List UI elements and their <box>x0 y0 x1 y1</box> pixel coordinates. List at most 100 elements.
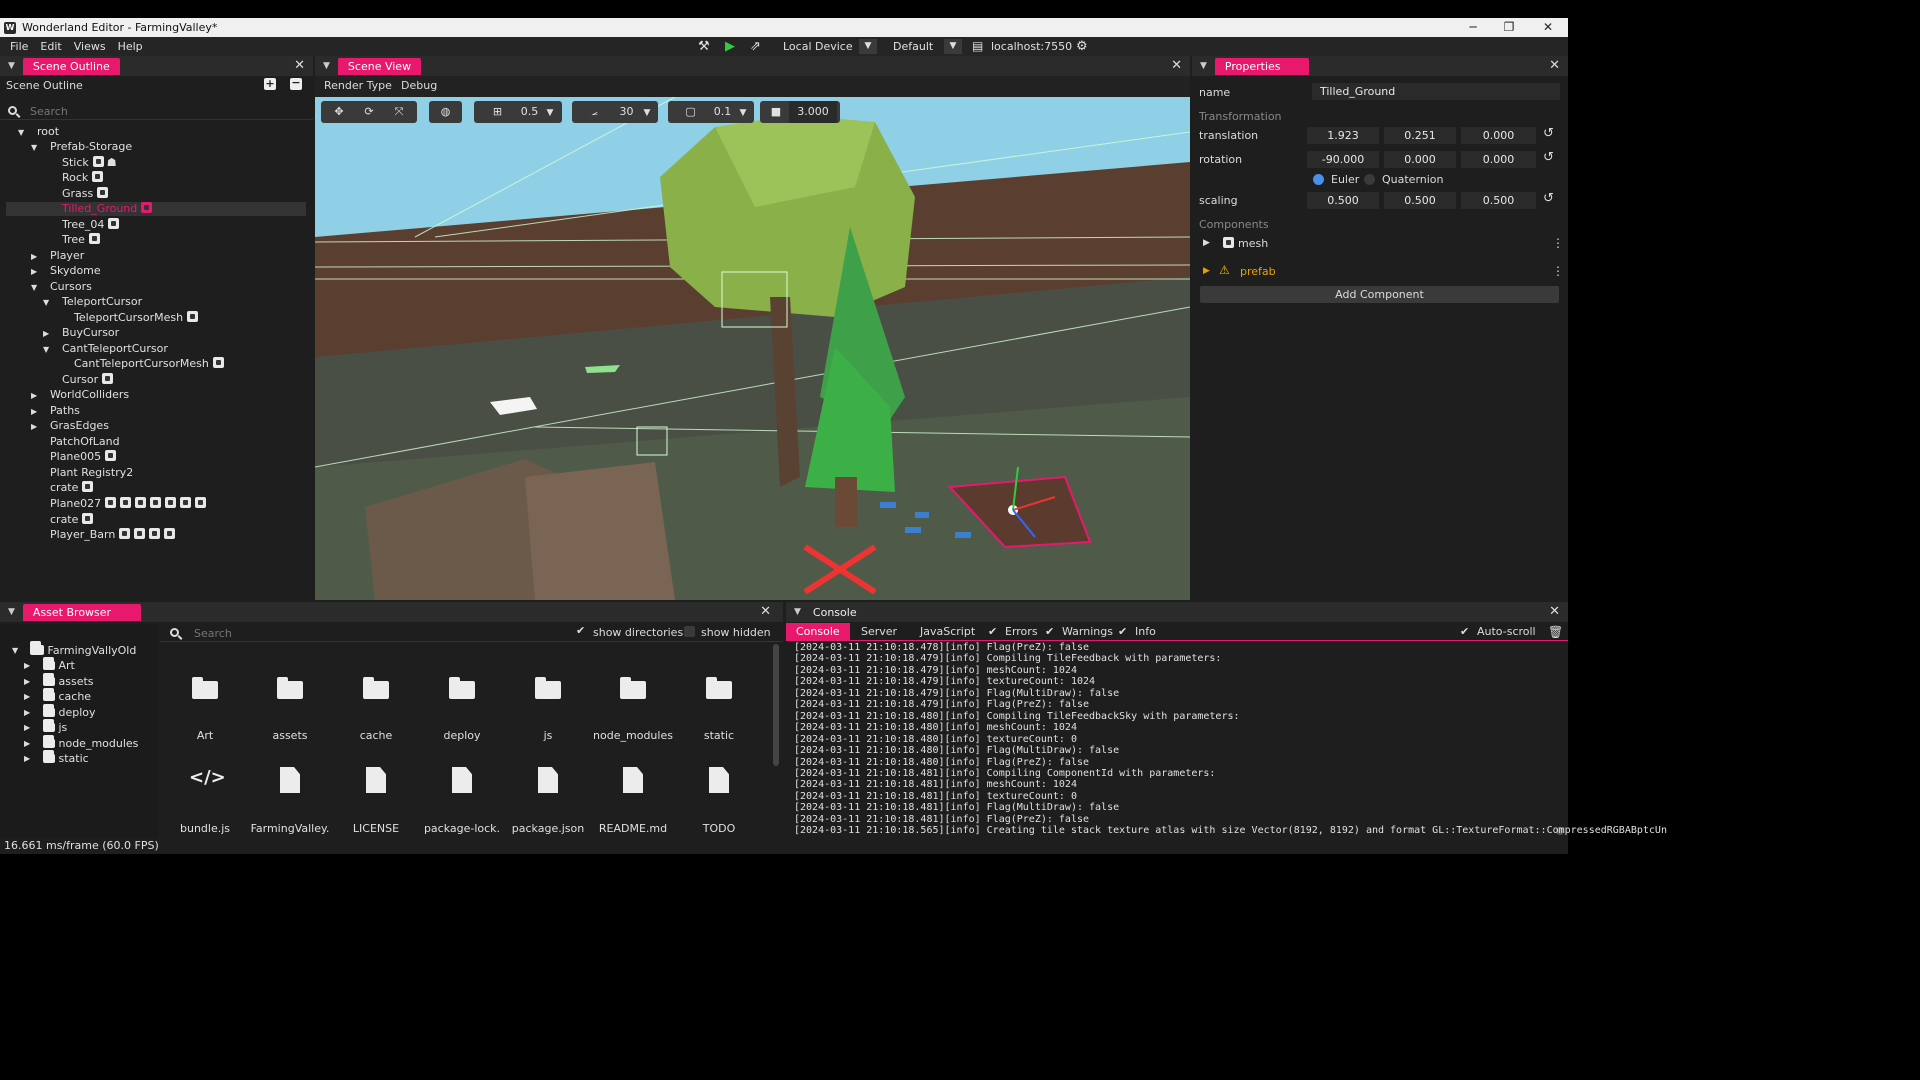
console-tab-console[interactable]: Console <box>786 623 850 641</box>
asset-file-label[interactable]: LICENSE <box>333 822 419 835</box>
asset-tree-folder[interactable]: deploy <box>43 703 96 720</box>
asset-folder-label[interactable]: cache <box>333 729 419 742</box>
expand-arrow-icon[interactable]: ▼ <box>43 345 49 354</box>
euler-radio[interactable] <box>1313 174 1324 185</box>
add-component-button[interactable]: Add Component <box>1200 286 1559 303</box>
3d-viewport[interactable] <box>315 97 1190 600</box>
scaling-y[interactable]: 0.500 <box>1384 192 1456 209</box>
asset-scrollbar[interactable] <box>773 644 779 766</box>
panel-menu-icon[interactable]: ▼ <box>794 607 801 617</box>
menu-views[interactable]: Views <box>68 40 112 53</box>
asset-file-label[interactable]: TODO <box>676 822 762 835</box>
component-prefab[interactable]: prefab <box>1240 265 1276 278</box>
tree-node-prefab-storage[interactable]: Prefab-Storage <box>50 139 132 154</box>
tree-node-plant-registry2[interactable]: Plant Registry2 <box>50 465 133 480</box>
restore-icon[interactable]: ❐ <box>1491 18 1527 37</box>
asset-tree-folder[interactable]: js <box>43 719 67 735</box>
play-icon[interactable]: ▶ <box>725 39 735 54</box>
asset-folder-label[interactable]: js <box>505 729 591 742</box>
tree-node-cursors[interactable]: Cursors <box>50 279 92 294</box>
asset-tree-folder[interactable]: assets <box>43 672 94 689</box>
tree-node-tilled-ground[interactable]: Tilled_Ground <box>62 201 153 216</box>
translation-z[interactable]: 0.000 <box>1461 127 1536 144</box>
tree-node-root[interactable]: root <box>37 124 59 139</box>
tree-node-tree[interactable]: Tree <box>62 232 100 247</box>
tab-scene-outline[interactable]: Scene Outline <box>22 57 120 75</box>
close-sceneview-icon[interactable]: ✕ <box>1171 58 1182 73</box>
collapse-arrow-icon[interactable]: ▶ <box>31 407 37 416</box>
folder-icon[interactable] <box>620 677 646 699</box>
grid-dropdown-icon[interactable]: ▼ <box>547 108 554 118</box>
tab-console-panel[interactable]: Console <box>808 603 867 621</box>
rotation-x[interactable]: -90.000 <box>1307 151 1379 168</box>
panel-menu-icon[interactable]: ▼ <box>323 61 330 71</box>
expand-arrow-icon[interactable]: ▼ <box>31 283 37 292</box>
scaling-z[interactable]: 0.500 <box>1461 192 1536 209</box>
tree-node-rock[interactable]: Rock <box>62 170 104 185</box>
asset-tree-folder[interactable]: static <box>43 750 89 766</box>
info-filter-checkbox[interactable]: Info <box>1118 623 1156 641</box>
asset-tree-folder[interactable]: cache <box>43 688 91 704</box>
asset-file-label[interactable]: FarmingValley. <box>247 822 333 835</box>
tree-node-player-barn[interactable]: Player_Barn <box>50 527 176 542</box>
collapse-arrow-icon[interactable]: ▶ <box>24 661 30 670</box>
render-type-menu[interactable]: Render Type <box>324 79 392 92</box>
folder-icon[interactable] <box>277 677 303 699</box>
external-link-icon[interactable]: ⇗ <box>750 39 761 54</box>
build-hammer-icon[interactable]: ⚒ <box>698 39 710 54</box>
folder-icon[interactable] <box>192 677 218 699</box>
menu-file[interactable]: File <box>0 40 34 53</box>
tree-node-teleportcursor[interactable]: TeleportCursor <box>62 294 142 309</box>
close-properties-icon[interactable]: ✕ <box>1549 58 1560 73</box>
file-icon[interactable] <box>280 767 300 793</box>
collapse-arrow-icon[interactable]: ▶ <box>24 739 30 748</box>
show-hidden-checkbox[interactable]: show hidden <box>684 626 771 639</box>
code-file-icon[interactable]: </> <box>189 767 226 788</box>
panel-menu-icon[interactable]: ▼ <box>1200 61 1207 71</box>
asset-root[interactable]: FarmingVallyOld <box>30 641 136 658</box>
scale-dropdown-icon[interactable]: ▼ <box>740 108 747 118</box>
translation-x[interactable]: 1.923 <box>1307 127 1379 144</box>
component-mesh[interactable]: mesh <box>1238 237 1268 250</box>
device-select[interactable]: Local Device <box>783 39 853 54</box>
tab-properties[interactable]: Properties <box>1214 57 1309 75</box>
reset-translation-icon[interactable]: ↺ <box>1543 126 1554 141</box>
tree-node-grasedges[interactable]: GrasEdges <box>50 418 109 433</box>
tree-node-cursor[interactable]: Cursor <box>62 372 114 387</box>
show-directories-checkbox[interactable]: show directories <box>576 624 683 639</box>
camera-speed-value[interactable]: 3.000 <box>789 101 837 123</box>
close-console-icon[interactable]: ✕ <box>1549 604 1560 619</box>
asset-tree-folder[interactable]: Art <box>43 657 75 673</box>
device-dropdown-icon[interactable]: ▼ <box>859 39 877 54</box>
tab-scene-view[interactable]: Scene View <box>337 57 422 75</box>
tree-node-buycursor[interactable]: BuyCursor <box>62 325 119 340</box>
tab-asset-browser[interactable]: Asset Browser <box>22 603 142 621</box>
file-icon[interactable] <box>538 767 558 793</box>
tree-node-teleportcursormesh[interactable]: TeleportCursorMesh <box>74 310 199 325</box>
reset-rotation-icon[interactable]: ↺ <box>1543 150 1554 165</box>
profile-dropdown-icon[interactable]: ▼ <box>944 39 962 54</box>
asset-file-label[interactable]: bundle.js <box>162 822 248 835</box>
folder-icon[interactable] <box>449 677 475 699</box>
tree-node-plane027[interactable]: Plane027 <box>50 496 207 511</box>
tree-node-paths[interactable]: Paths <box>50 403 80 418</box>
tree-node-worldcolliders[interactable]: WorldColliders <box>50 387 129 402</box>
debug-menu[interactable]: Debug <box>401 79 437 92</box>
tree-node-cantteleportcursor[interactable]: CantTeleportCursor <box>62 341 168 356</box>
scene-render[interactable] <box>315 97 1190 600</box>
collapse-arrow-icon[interactable]: ▶ <box>43 329 49 338</box>
file-icon[interactable] <box>623 767 643 793</box>
remove-object-icon[interactable]: − <box>290 77 302 90</box>
file-icon[interactable] <box>366 767 386 793</box>
translation-y[interactable]: 0.251 <box>1384 127 1456 144</box>
tree-node-plane005[interactable]: Plane005 <box>50 449 117 464</box>
collapse-arrow-icon[interactable]: ▶ <box>24 708 30 717</box>
clear-console-trash-icon[interactable]: 🗑 <box>1548 623 1563 641</box>
add-object-icon[interactable]: + <box>264 78 276 90</box>
asset-folder-label[interactable]: assets <box>247 729 333 742</box>
rotation-y[interactable]: 0.000 <box>1384 151 1456 168</box>
collapse-arrow-icon[interactable]: ▶ <box>31 252 37 261</box>
collapse-arrow-icon[interactable]: ▶ <box>31 267 37 276</box>
asset-file-label[interactable]: package-lock. <box>419 822 505 835</box>
angle-snap-value[interactable]: 30 <box>610 101 644 123</box>
